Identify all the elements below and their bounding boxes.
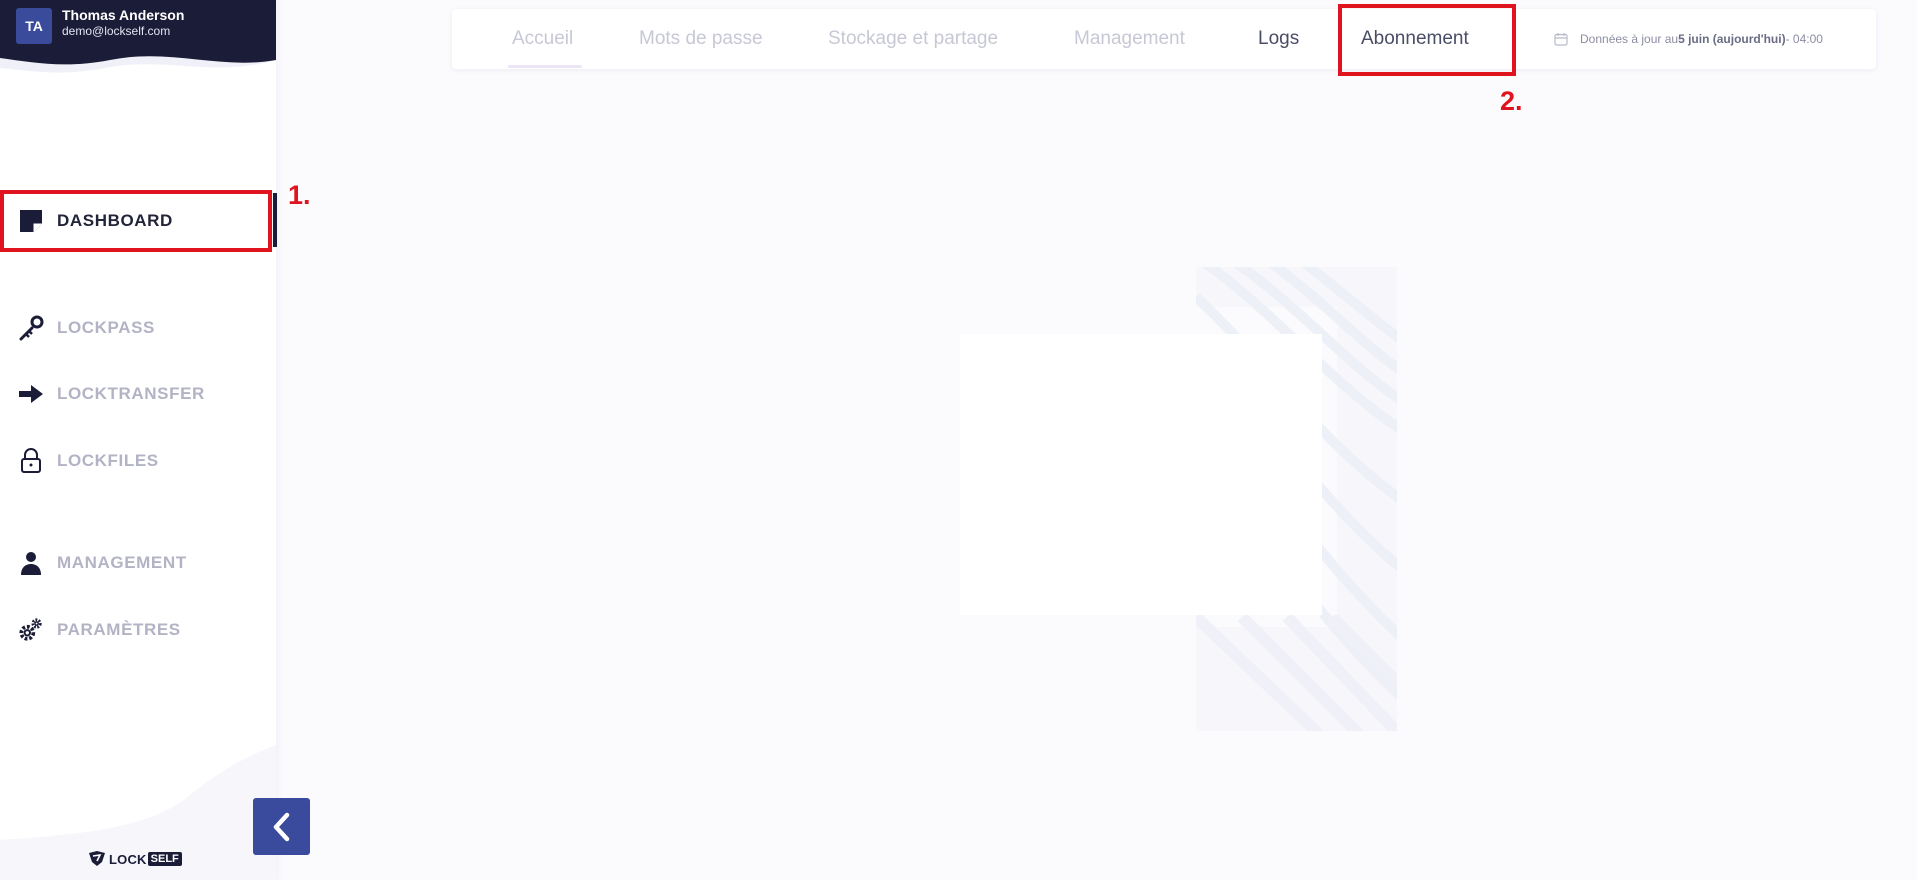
sidebar-item-label: LOCKTRANSFER	[57, 384, 205, 403]
data-updated-info: Données à jour au 5 juin (aujourd'hui) -…	[1554, 9, 1823, 69]
sidebar-item-label: DASHBOARD	[57, 211, 173, 230]
calendar-icon	[1554, 32, 1568, 46]
logo-badge: SELF	[147, 852, 182, 866]
lockself-logo: LOCK SELF	[88, 851, 182, 867]
tab-management[interactable]: Management	[1074, 9, 1185, 69]
sidebar-item-label: MANAGEMENT	[57, 553, 187, 572]
user-name: Thomas Anderson	[62, 7, 185, 23]
tab-abonnement[interactable]: Abonnement	[1361, 9, 1469, 69]
sidebar-item-parametres[interactable]: PARAMÈTRES	[0, 604, 272, 656]
sidebar-item-label: LOCKFILES	[57, 451, 159, 470]
sidebar: TA Thomas Anderson demo@lockself.com DAS…	[0, 0, 277, 880]
updated-prefix: Données à jour au	[1580, 32, 1679, 46]
user-header[interactable]: TA Thomas Anderson demo@lockself.com	[0, 0, 276, 82]
lock-icon	[18, 448, 44, 474]
gears-icon	[18, 617, 44, 643]
arrow-right-icon	[18, 381, 44, 407]
key-icon	[18, 315, 44, 341]
tab-mots-de-passe[interactable]: Mots de passe	[639, 9, 763, 69]
annotation-step-1: 1.	[288, 180, 311, 210]
annotation-step-2: 2.	[1500, 86, 1523, 116]
sidebar-item-dashboard[interactable]: DASHBOARD	[0, 195, 272, 247]
user-icon	[18, 550, 44, 576]
sidebar-item-lockpass[interactable]: LOCKPASS	[0, 302, 272, 354]
dashboard-icon	[18, 208, 44, 234]
tab-accueil[interactable]: Accueil	[512, 9, 573, 69]
sidebar-item-locktransfer[interactable]: LOCKTRANSFER	[0, 368, 272, 420]
updated-date: 5 juin (aujourd'hui)	[1678, 32, 1786, 46]
sidebar-item-management[interactable]: MANAGEMENT	[0, 537, 272, 589]
sidebar-item-label: LOCKPASS	[57, 318, 155, 337]
active-tab-indicator	[508, 65, 582, 68]
collapse-sidebar-button[interactable]	[253, 798, 310, 855]
top-nav-bar: Accueil Mots de passe Stockage et partag…	[452, 9, 1876, 69]
chevron-left-icon	[269, 812, 295, 842]
updated-suffix: - 04:00	[1785, 32, 1823, 46]
loading-placeholder	[942, 267, 1397, 731]
tab-stockage-et-partage[interactable]: Stockage et partage	[828, 9, 998, 69]
sidebar-item-label: PARAMÈTRES	[57, 620, 181, 639]
avatar: TA	[16, 8, 52, 44]
shield-logo-icon	[88, 851, 106, 867]
logo-word: LOCK	[109, 851, 147, 867]
sidebar-item-lockfiles[interactable]: LOCKFILES	[0, 435, 272, 487]
active-indicator	[273, 193, 277, 247]
user-email: demo@lockself.com	[62, 24, 171, 38]
tab-logs[interactable]: Logs	[1258, 9, 1299, 69]
